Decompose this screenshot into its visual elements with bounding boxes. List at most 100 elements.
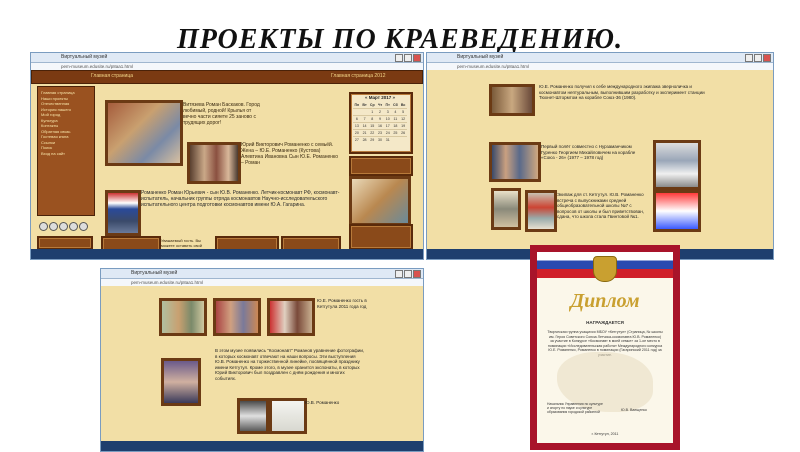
- award-word: НАГРАЖДАЕТСЯ: [586, 320, 624, 325]
- crew-photo-2[interactable]: [489, 142, 541, 182]
- calendar-day[interactable]: 11: [391, 115, 400, 122]
- calendar-day[interactable]: 2: [376, 108, 384, 115]
- portrait-photo[interactable]: [237, 398, 269, 434]
- maximize-button[interactable]: [754, 54, 762, 62]
- calendar-day[interactable]: 5: [399, 108, 407, 115]
- site-page: Ю.Е. Романенко гость в Кетгутула 2011 го…: [101, 286, 423, 441]
- poster-photo[interactable]: [653, 190, 701, 232]
- exhibit-board-photo[interactable]: [105, 100, 183, 166]
- site-page: Главная страница Главная страница 2012 Г…: [31, 70, 423, 253]
- diploma-image: Диплом НАГРАЖДАЕТСЯ Творческая группа уч…: [530, 245, 680, 450]
- taskbar: [31, 249, 423, 259]
- calendar-day[interactable]: 19: [399, 122, 407, 129]
- calendar-day[interactable]: 6: [353, 115, 361, 122]
- school-photo[interactable]: [491, 188, 521, 230]
- site-page: Ю.Е. Романенко получил к себе международ…: [427, 70, 773, 249]
- autograph-photo[interactable]: [269, 398, 307, 434]
- browser-tabbar: Виртуальный музей: [101, 269, 423, 279]
- minimize-button[interactable]: [745, 54, 753, 62]
- social-icon[interactable]: [59, 222, 68, 231]
- menu-item[interactable]: Вход на сайт: [41, 151, 91, 157]
- calendar-day[interactable]: 1: [368, 108, 377, 115]
- calendar-day[interactable]: 30: [376, 136, 384, 143]
- calendar-day[interactable]: 27: [353, 136, 361, 143]
- signature-name: Ю.В. Ваещенко: [621, 408, 647, 412]
- caption-bottom: Ю.В. Романенко: [305, 400, 340, 405]
- calendar-day[interactable]: 29: [368, 136, 377, 143]
- calendar-day[interactable]: 31: [383, 136, 392, 143]
- calendar-day[interactable]: 8: [368, 115, 377, 122]
- browser-tabbar: Виртуальный музей: [31, 53, 423, 63]
- calendar-day[interactable]: 22: [368, 129, 377, 136]
- minimize-button[interactable]: [395, 270, 403, 278]
- browser-tabbar: Виртуальный музей: [427, 53, 773, 63]
- close-button[interactable]: [413, 270, 421, 278]
- calendar-day: [353, 108, 361, 115]
- diploma-place: г. Кетгутул, 2011: [591, 432, 619, 436]
- calendar-day: [399, 136, 407, 143]
- calendar-day[interactable]: 15: [368, 122, 377, 129]
- calendar-day: [360, 108, 369, 115]
- calendar-day[interactable]: 13: [353, 122, 361, 129]
- diploma-word: Диплом: [570, 290, 640, 312]
- sidebar-image-panel: [349, 156, 413, 176]
- social-icons: [39, 222, 93, 234]
- left-bottom-panel: [37, 236, 93, 250]
- calendar-day[interactable]: 17: [383, 122, 392, 129]
- event-photo[interactable]: [525, 190, 557, 232]
- cosmonaut-photo[interactable]: [653, 140, 701, 190]
- header-link-left[interactable]: Главная страница: [91, 73, 133, 79]
- calendar-day[interactable]: 4: [391, 108, 400, 115]
- calendar-day[interactable]: 10: [383, 115, 392, 122]
- header-link-right[interactable]: Главная страница 2012: [331, 73, 385, 79]
- calendar-day[interactable]: 12: [399, 115, 407, 122]
- calendar-day[interactable]: 25: [391, 129, 400, 136]
- calendar-day[interactable]: 3: [383, 108, 392, 115]
- visit-photo-2[interactable]: [213, 298, 261, 336]
- screenshot-home-page: Виртуальный музей pem-museum.edusite.ru/…: [30, 52, 424, 260]
- maximize-button[interactable]: [404, 54, 412, 62]
- calendar-grid: Пн Вт Ср Чт Пт Сб Вс 1 2 3 4 5 6 7 8 9 10 11 12 13 14 15 16 17 1…: [353, 102, 407, 143]
- paragraph-2: Первый полёт совместно с Нурзаманчиком Г…: [541, 144, 636, 160]
- poster-photo[interactable]: [161, 358, 201, 406]
- caption-top: Ю.Е. Романенко гость в Кетгутула 2011 го…: [317, 298, 367, 309]
- calendar-day[interactable]: 26: [399, 129, 407, 136]
- family-caption: Юрий Викторович Романенко с семьёй. Жена…: [241, 142, 339, 166]
- browser-tab[interactable]: Виртуальный музей: [457, 54, 503, 60]
- visit-photo-3[interactable]: [267, 298, 315, 336]
- left-menu-list: Главная страница Наши проекты Отечествен…: [41, 90, 91, 156]
- intro-text: Витязева Роман Баскаков. Город любимый, …: [183, 102, 260, 126]
- calendar-day[interactable]: 28: [360, 136, 369, 143]
- screenshot-biography-page: Виртуальный музей pem-museum.edusite.ru/…: [426, 52, 774, 260]
- social-icon[interactable]: [79, 222, 88, 231]
- paragraph-3: Экипаж для ст. Кетгутул. Ю.В. Романенко …: [557, 192, 644, 219]
- calendar-day[interactable]: 9: [376, 115, 384, 122]
- cosmonaut-portrait[interactable]: [105, 190, 141, 236]
- calendar-day[interactable]: 20: [353, 129, 361, 136]
- paragraph-1: Ю.Е. Романенко получил к себе международ…: [539, 84, 705, 100]
- close-button[interactable]: [413, 54, 421, 62]
- crew-photo-1[interactable]: [489, 84, 535, 116]
- visit-photo-1[interactable]: [159, 298, 207, 336]
- calendar-day[interactable]: 23: [376, 129, 384, 136]
- browser-tab[interactable]: Виртуальный музей: [61, 54, 107, 60]
- maximize-button[interactable]: [404, 270, 412, 278]
- social-icon[interactable]: [69, 222, 78, 231]
- main-caption: Романенко Роман Юрьевич - сын Ю.В. Роман…: [141, 190, 340, 208]
- minimize-button[interactable]: [395, 54, 403, 62]
- social-icon[interactable]: [39, 222, 48, 231]
- family-photo[interactable]: [187, 142, 241, 184]
- calendar-day[interactable]: 14: [360, 122, 369, 129]
- calendar-title[interactable]: « Март 2017 »: [365, 95, 395, 101]
- close-button[interactable]: [763, 54, 771, 62]
- sidebar-bottom-panel: [349, 224, 413, 250]
- calendar-day[interactable]: 18: [391, 122, 400, 129]
- sidebar-photo[interactable]: [349, 176, 411, 226]
- calendar-day[interactable]: 24: [383, 129, 392, 136]
- calendar-widget: « Март 2017 » Пн Вт Ср Чт Пт Сб Вс 1 2 3 4 5 6 7 8 9 10 1…: [349, 92, 413, 154]
- calendar-day[interactable]: 16: [376, 122, 384, 129]
- calendar-day[interactable]: 21: [360, 129, 369, 136]
- social-icon[interactable]: [49, 222, 58, 231]
- calendar-day[interactable]: 7: [360, 115, 369, 122]
- browser-tab[interactable]: Виртуальный музей: [131, 270, 177, 276]
